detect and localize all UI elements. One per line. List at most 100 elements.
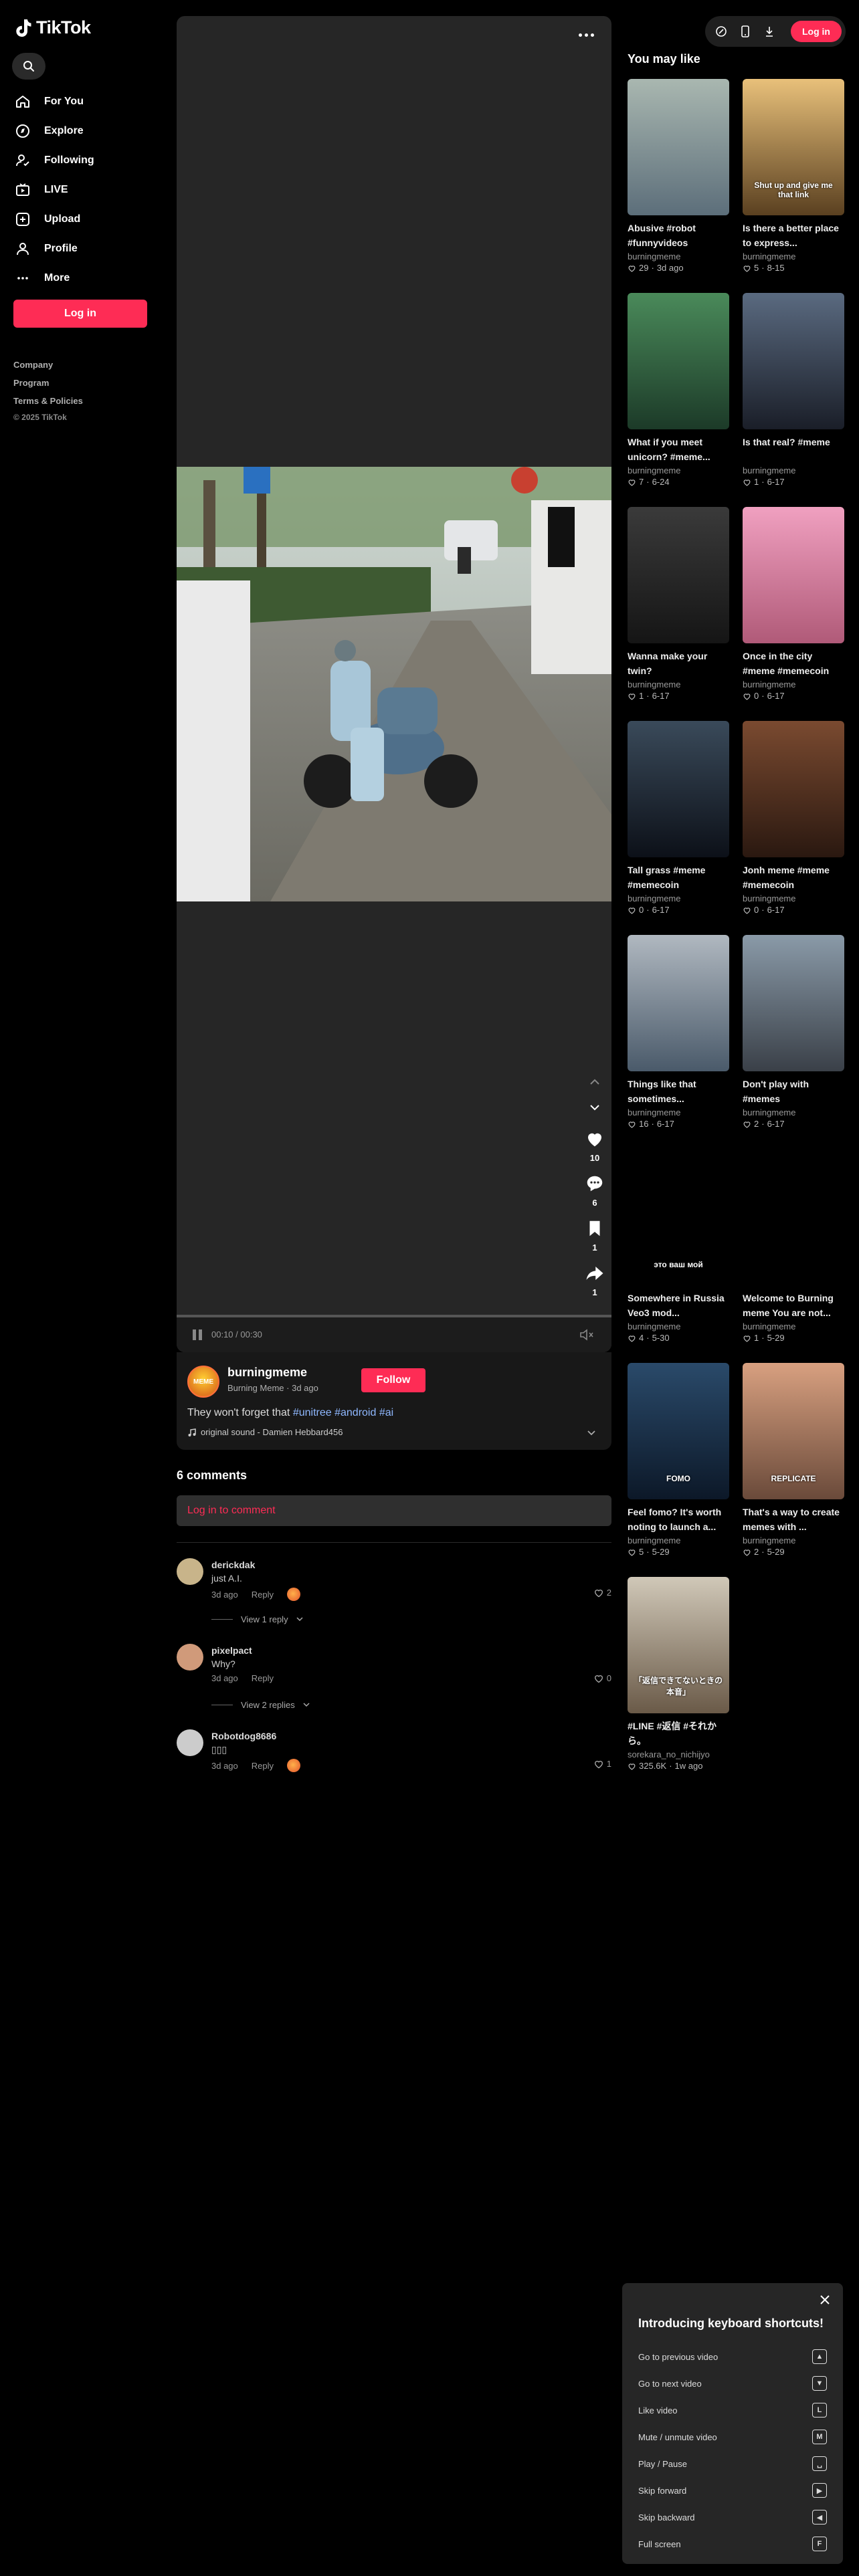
recommended-video-author[interactable]: burningmeme xyxy=(743,251,844,261)
nav-item-following[interactable]: Following xyxy=(15,146,155,175)
recommended-video-author[interactable]: burningmeme xyxy=(743,893,844,903)
recommended-video-card[interactable]: Abusive #robot #funnyvideos burningmeme 29… xyxy=(628,79,729,273)
comment-username[interactable]: Robotdog8686 xyxy=(211,1731,276,1741)
footer-link-terms[interactable]: Terms & Policies xyxy=(13,392,83,410)
view-replies-button[interactable]: View 1 reply xyxy=(211,1614,303,1624)
recommended-video-author[interactable]: burningmeme xyxy=(743,1535,844,1545)
recommended-video-title[interactable]: Jonh meme #meme #memecoin xyxy=(743,863,844,892)
recommended-video-card[interactable]: Is that real? #meme burningmeme 1 · 6-17 xyxy=(743,293,844,487)
recommended-video-card[interactable]: Welcome to Burning meme You are not... bu… xyxy=(743,1149,844,1343)
recommended-video-author[interactable]: burningmeme xyxy=(743,1107,844,1117)
save-button[interactable]: 1 xyxy=(585,1218,605,1258)
recommended-video-author[interactable]: sorekara_no_nichijyo xyxy=(628,1749,729,1759)
avatar[interactable] xyxy=(177,1729,203,1756)
recommended-video-title[interactable]: Somewhere in Russia Veo3 mod... xyxy=(628,1291,729,1320)
nav-item-explore[interactable]: Explore xyxy=(15,116,155,146)
download-button[interactable] xyxy=(763,25,776,38)
chevron-down-icon[interactable] xyxy=(586,1427,597,1438)
video-thumbnail[interactable]: это ваш мой xyxy=(628,1149,729,1285)
recommended-video-author[interactable]: burningmeme xyxy=(628,251,729,261)
video-thumbnail[interactable] xyxy=(628,721,729,857)
recommended-video-author[interactable]: burningmeme xyxy=(628,1107,729,1117)
recommended-video-card[interactable]: это ваш мой Somewhere in Russia Veo3 mod.… xyxy=(628,1149,729,1343)
emoji-reaction-icon[interactable] xyxy=(287,1759,301,1772)
video-thumbnail[interactable]: REPLICATE xyxy=(743,1363,844,1499)
recommended-video-title[interactable]: Don't play with #memes xyxy=(743,1077,844,1106)
recommended-video-card[interactable]: REPLICATE That's a way to create memes wi… xyxy=(743,1363,844,1557)
comment-username[interactable]: derickdak xyxy=(211,1560,255,1570)
recommended-video-card[interactable]: Wanna make your twin? burningmeme 1 · 6-17 xyxy=(628,507,729,701)
recommended-video-card[interactable]: Once in the city #meme #memecoin burningm… xyxy=(743,507,844,701)
video-thumbnail[interactable] xyxy=(743,1149,844,1285)
footer-link-company[interactable]: Company xyxy=(13,356,83,374)
recommended-video-title[interactable]: Abusive #robot #funnyvideos xyxy=(628,221,729,250)
avatar[interactable] xyxy=(177,1558,203,1585)
view-replies-button[interactable]: View 2 replies xyxy=(211,1700,310,1710)
video-frame[interactable] xyxy=(177,467,611,901)
play-pause-button[interactable] xyxy=(193,1329,205,1341)
tiktok-logo[interactable]: TikTok xyxy=(15,17,91,38)
progress-bar[interactable] xyxy=(177,1315,611,1317)
recommended-video-author[interactable]: burningmeme xyxy=(743,679,844,689)
recommended-video-title[interactable]: Is there a better place to express... xyxy=(743,221,844,250)
sidebar-login-button[interactable]: Log in xyxy=(13,300,147,328)
video-thumbnail[interactable]: 「返信できてないときの本音」 xyxy=(628,1577,729,1713)
reply-button[interactable]: Reply xyxy=(252,1673,274,1683)
recommended-video-author[interactable]: burningmeme xyxy=(628,679,729,689)
video-thumbnail[interactable] xyxy=(628,293,729,429)
recommended-video-author[interactable]: burningmeme xyxy=(743,465,844,475)
author-name[interactable]: burningmeme xyxy=(227,1366,307,1380)
next-video-button[interactable] xyxy=(585,1098,604,1117)
video-thumbnail[interactable] xyxy=(743,293,844,429)
video-thumbnail[interactable] xyxy=(743,507,844,643)
search-button[interactable] xyxy=(12,53,45,80)
video-thumbnail[interactable]: FOMO xyxy=(628,1363,729,1499)
recommended-video-card[interactable]: What if you meet unicorn? #meme... burnin… xyxy=(628,293,729,487)
nav-item-live[interactable]: LIVE xyxy=(15,175,155,205)
reply-button[interactable]: Reply xyxy=(252,1590,274,1600)
video-thumbnail[interactable] xyxy=(628,79,729,215)
nav-item-more[interactable]: More xyxy=(15,263,155,293)
like-button[interactable]: 10 xyxy=(585,1129,605,1168)
reply-button[interactable]: Reply xyxy=(252,1761,274,1771)
comment-like-button[interactable]: 2 xyxy=(593,1588,611,1598)
recommended-video-title[interactable]: Things like that sometimes... xyxy=(628,1077,729,1106)
video-thumbnail[interactable] xyxy=(743,935,844,1071)
login-to-comment-button[interactable]: Log in to comment xyxy=(177,1495,611,1526)
close-icon[interactable] xyxy=(819,2294,831,2306)
comment-button[interactable]: 6 xyxy=(585,1174,605,1213)
recommended-video-title[interactable]: Welcome to Burning meme You are not... xyxy=(743,1291,844,1320)
recommended-video-title[interactable]: That's a way to create memes with ... xyxy=(743,1505,844,1534)
hashtag-link[interactable]: #unitree xyxy=(293,1407,332,1418)
video-thumbnail[interactable] xyxy=(743,721,844,857)
video-thumbnail[interactable] xyxy=(628,935,729,1071)
avatar[interactable] xyxy=(177,1644,203,1671)
recommended-video-author[interactable]: burningmeme xyxy=(628,893,729,903)
follow-button[interactable]: Follow xyxy=(361,1368,425,1392)
header-login-button[interactable]: Log in xyxy=(791,21,842,42)
video-more-button[interactable] xyxy=(577,28,595,41)
recommended-video-title[interactable]: Feel fomo? It's worth noting to launch a… xyxy=(628,1505,729,1534)
recommended-video-card[interactable]: Don't play with #memes burningmeme 2 · 6-17 xyxy=(743,935,844,1129)
recommended-video-card[interactable]: Jonh meme #meme #memecoin burningmeme 0 · 6-… xyxy=(743,721,844,915)
comment-username[interactable]: pixelpact xyxy=(211,1645,252,1656)
volume-mute-icon[interactable] xyxy=(579,1328,594,1341)
author-avatar[interactable]: MEME xyxy=(187,1366,219,1398)
recommended-video-card[interactable]: 「返信できてないときの本音」 #LINE #返信 #それから。 sorekara_n… xyxy=(628,1577,729,1771)
recommended-video-author[interactable]: burningmeme xyxy=(628,1535,729,1545)
recommended-video-card[interactable]: Things like that sometimes... burningmeme… xyxy=(628,935,729,1129)
video-thumbnail[interactable]: Shut up and give me that link xyxy=(743,79,844,215)
hashtag-link[interactable]: #android xyxy=(335,1407,376,1418)
recommended-video-title[interactable]: #LINE #返信 #それから。 xyxy=(628,1719,729,1748)
nav-item-profile[interactable]: Profile xyxy=(15,234,155,263)
video-player[interactable]: 10 6 1 1 00:10 / 00:30 xyxy=(177,16,611,1352)
nav-item-for-you[interactable]: For You xyxy=(15,87,155,116)
comment-like-button[interactable]: 0 xyxy=(593,1673,611,1683)
emoji-reaction-icon[interactable] xyxy=(287,1588,301,1601)
get-app-button[interactable] xyxy=(739,25,752,38)
sound-link[interactable]: original sound - Damien Hebbard456 xyxy=(187,1427,343,1437)
comment-like-button[interactable]: 1 xyxy=(593,1759,611,1769)
recommended-video-author[interactable]: burningmeme xyxy=(628,465,729,475)
video-thumbnail[interactable] xyxy=(628,507,729,643)
coins-button[interactable] xyxy=(714,25,728,38)
